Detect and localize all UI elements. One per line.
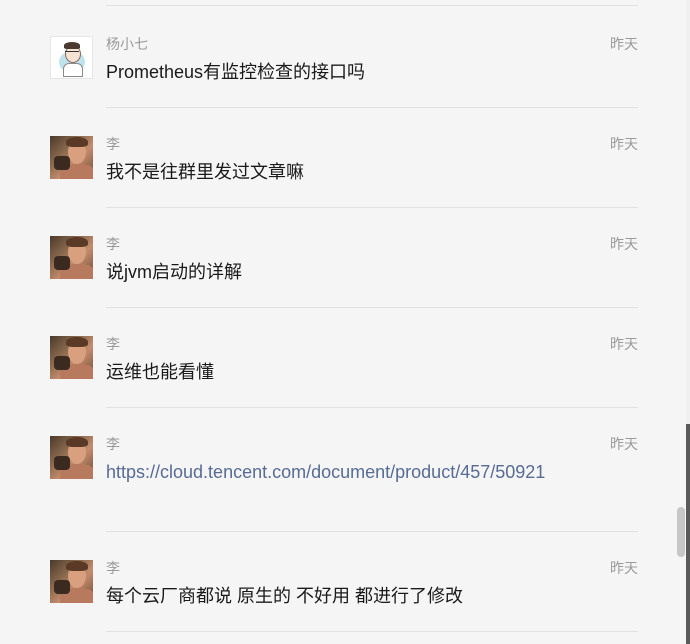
message-time: 昨天 [610,560,638,576]
sender-name: 李 [106,560,120,576]
divider [106,107,638,108]
avatar-hair [66,561,88,571]
message-text: 每个云厂商都说 原生的 不好用 都进行了修改 [106,586,464,606]
message-text: 我不是往群里发过文章嘛 [106,162,304,182]
message-time: 昨天 [610,336,638,352]
avatar-hand [54,356,70,370]
scrollbar-thumb[interactable] [677,507,685,557]
message-time: 昨天 [610,236,638,252]
message-time: 昨天 [610,36,638,52]
divider [106,307,638,308]
photo-avatar[interactable] [50,560,93,603]
avatar-hair [66,437,88,447]
message-link[interactable]: https://cloud.tencent.com/document/produ… [106,460,546,485]
divider [106,407,638,408]
avatar-hair [66,337,88,347]
message-text: Prometheus有监控检查的接口吗 [106,62,366,82]
sender-name: 李 [106,136,120,152]
message-history-list: 杨小七 昨天 Prometheus有监控检查的接口吗 李 昨天 我不是往群里发过… [0,0,686,644]
window-edge [686,424,690,644]
avatar-glasses [65,51,79,55]
photo-avatar[interactable] [50,336,93,379]
photo-avatar[interactable] [50,436,93,479]
sender-name: 杨小七 [106,36,148,52]
sender-name: 李 [106,436,120,452]
photo-avatar[interactable] [50,236,93,279]
avatar-shirt [63,63,83,77]
divider [106,5,638,6]
message-time: 昨天 [610,136,638,152]
avatar-hand [54,256,70,270]
avatar-hair [64,42,80,49]
message-time: 昨天 [610,436,638,452]
avatar-hair [66,237,88,247]
avatar-hand [54,580,70,594]
avatar-hand [54,456,70,470]
photo-avatar[interactable] [50,136,93,179]
message-text: 说jvm启动的详解 [106,262,242,282]
avatar-hand [54,156,70,170]
divider [106,207,638,208]
avatar-hair [66,137,88,147]
cartoon-avatar[interactable] [50,36,93,79]
divider [106,531,638,532]
sender-name: 李 [106,336,120,352]
sender-name: 李 [106,236,120,252]
divider [106,631,638,632]
message-text: 运维也能看懂 [106,362,214,382]
